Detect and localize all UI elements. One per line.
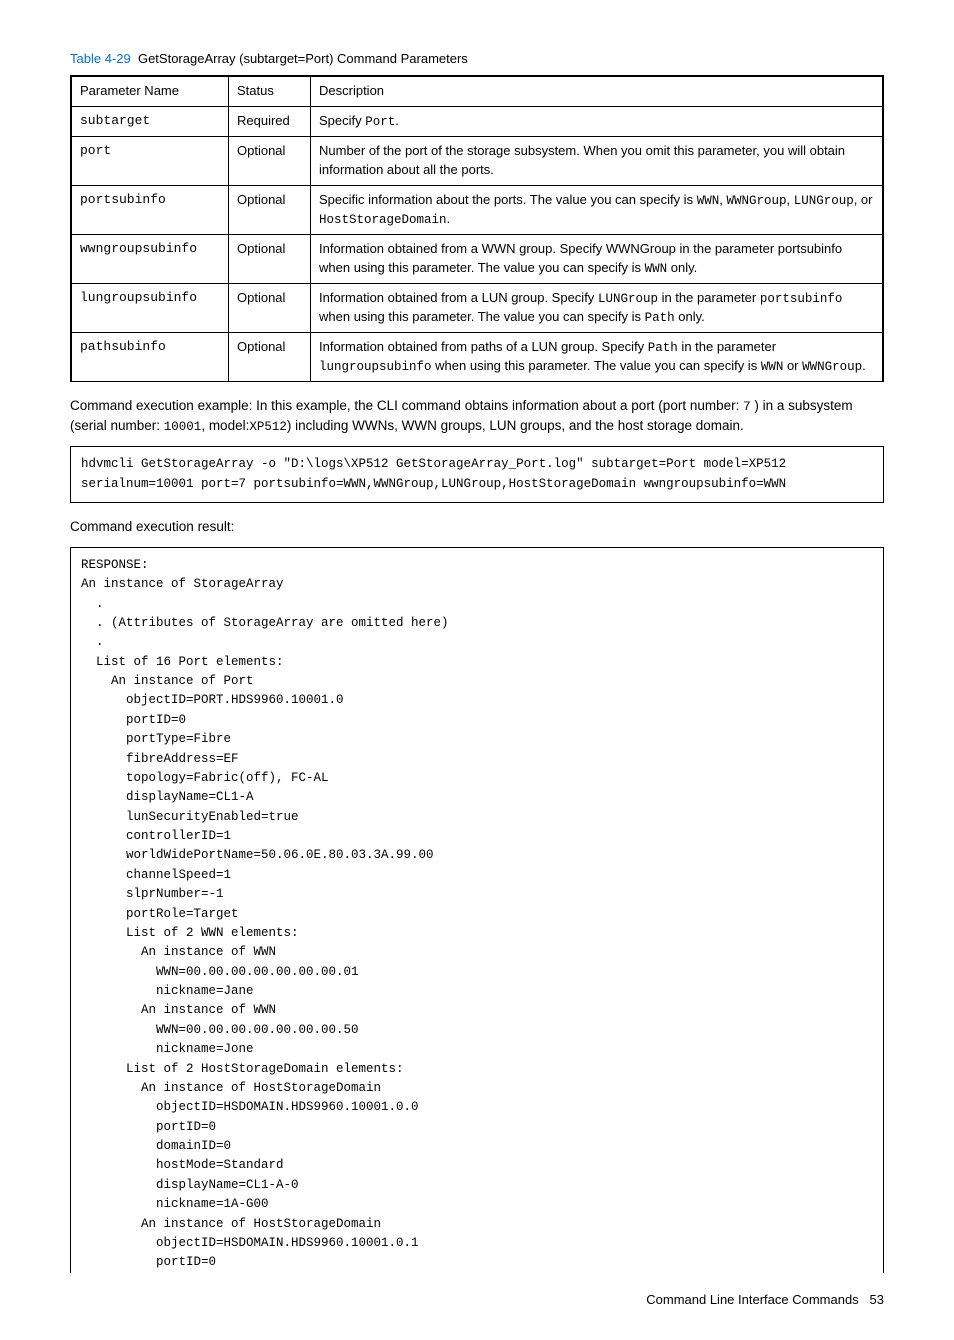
param-status: Optional bbox=[229, 332, 311, 381]
table-row: subtargetRequiredSpecify Port. bbox=[71, 106, 883, 136]
command-box: hdvmcli GetStorageArray -o "D:\logs\XP51… bbox=[70, 446, 884, 503]
example-port-num: 7 bbox=[743, 400, 751, 414]
param-name: wwngroupsubinfo bbox=[71, 234, 229, 283]
param-name: pathsubinfo bbox=[71, 332, 229, 381]
table-row: wwngroupsubinfoOptionalInformation obtai… bbox=[71, 234, 883, 283]
example-model: XP512 bbox=[249, 420, 287, 434]
param-description: Information obtained from paths of a LUN… bbox=[311, 332, 884, 381]
table-header-row: Parameter Name Status Description bbox=[71, 76, 883, 106]
result-box: RESPONSE: An instance of StorageArray . … bbox=[70, 547, 884, 1273]
parameters-table: Parameter Name Status Description subtar… bbox=[70, 75, 884, 382]
table-label: Table 4-29 bbox=[70, 51, 131, 66]
param-name: port bbox=[71, 136, 229, 185]
header-status: Status bbox=[229, 76, 311, 106]
footer-title: Command Line Interface Commands bbox=[646, 1292, 858, 1307]
param-description: Specify Port. bbox=[311, 106, 884, 136]
result-label: Command execution result: bbox=[70, 517, 884, 537]
header-parameter-name: Parameter Name bbox=[71, 76, 229, 106]
param-name: subtarget bbox=[71, 106, 229, 136]
header-description: Description bbox=[311, 76, 884, 106]
param-description: Number of the port of the storage subsys… bbox=[311, 136, 884, 185]
example-mid2: , model: bbox=[201, 418, 249, 433]
page-footer: Command Line Interface Commands 53 bbox=[70, 1291, 884, 1310]
param-status: Optional bbox=[229, 283, 311, 332]
param-status: Required bbox=[229, 106, 311, 136]
table-caption: Table 4-29 GetStorageArray (subtarget=Po… bbox=[70, 50, 884, 69]
param-status: Optional bbox=[229, 234, 311, 283]
table-row: portsubinfoOptionalSpecific information … bbox=[71, 185, 883, 234]
table-row: lungroupsubinfoOptionalInformation obtai… bbox=[71, 283, 883, 332]
example-paragraph: Command execution example: In this examp… bbox=[70, 396, 884, 436]
param-description: Information obtained from a LUN group. S… bbox=[311, 283, 884, 332]
param-status: Optional bbox=[229, 136, 311, 185]
table-row: portOptionalNumber of the port of the st… bbox=[71, 136, 883, 185]
example-tail: ) including WWNs, WWN groups, LUN groups… bbox=[287, 418, 744, 433]
param-description: Specific information about the ports. Th… bbox=[311, 185, 884, 234]
footer-page: 53 bbox=[870, 1292, 884, 1307]
example-lead: Command execution example: In this examp… bbox=[70, 398, 743, 413]
table-row: pathsubinfoOptionalInformation obtained … bbox=[71, 332, 883, 381]
table-title-text: GetStorageArray (subtarget=Port) Command… bbox=[138, 51, 468, 66]
param-name: portsubinfo bbox=[71, 185, 229, 234]
param-status: Optional bbox=[229, 185, 311, 234]
param-description: Information obtained from a WWN group. S… bbox=[311, 234, 884, 283]
example-serial: 10001 bbox=[164, 420, 202, 434]
param-name: lungroupsubinfo bbox=[71, 283, 229, 332]
